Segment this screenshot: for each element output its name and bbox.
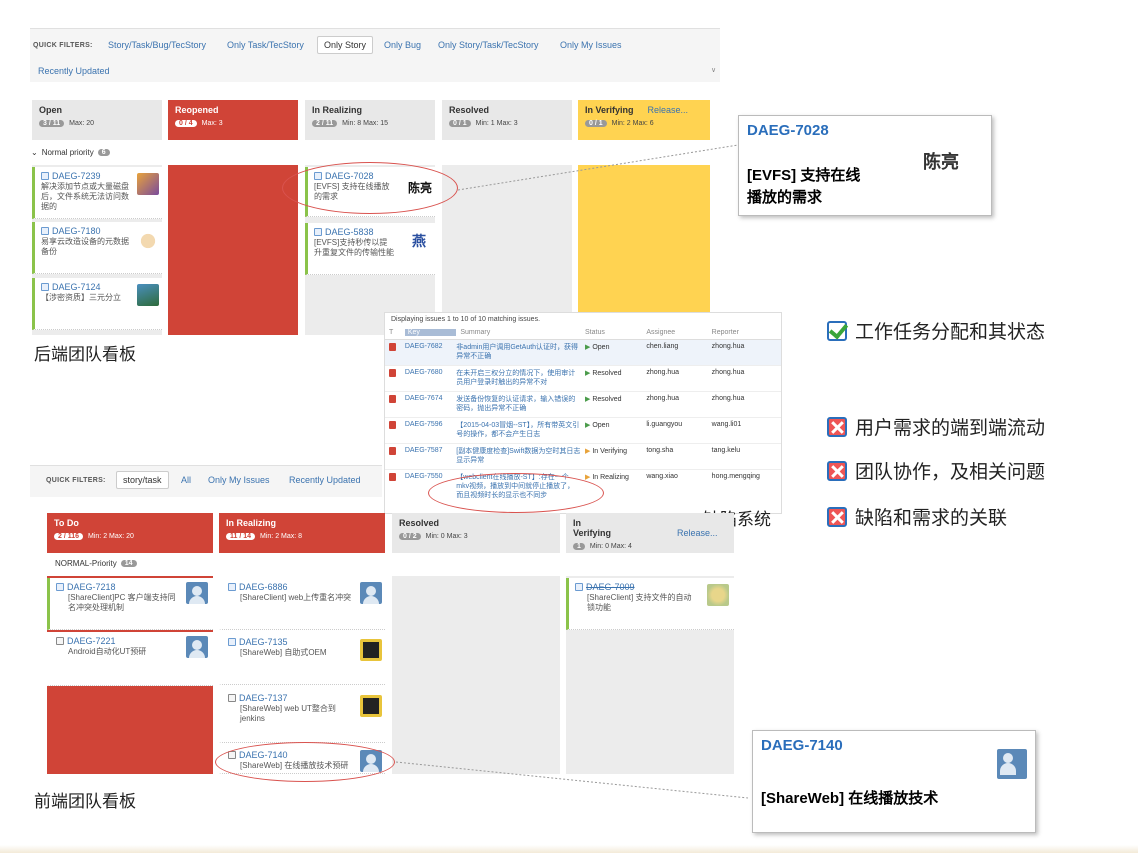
callout-daeg-7028: DAEG-7028 陈亮 [EVFS] 支持在线 播放的需求 — [738, 115, 992, 216]
bottom-divider — [0, 845, 1138, 853]
callout-summary: [ShareWeb] 在线播放技术 — [761, 790, 939, 807]
legend-item-1: 用户需求的端到端流动 — [827, 413, 1045, 440]
checkbox-crossed-icon — [827, 416, 847, 437]
callout-signature: 陈亮 — [923, 152, 959, 173]
legend-item-2: 团队协作，及相关问题 — [827, 457, 1045, 484]
legend-text: 工作任务分配和其状态 — [855, 322, 1046, 343]
legend-text: 缺陷和需求的关联 — [855, 508, 1008, 529]
avatar — [997, 749, 1027, 779]
checkbox-checked-icon — [827, 320, 847, 341]
callout-daeg-7140: DAEG-7140 [ShareWeb] 在线播放技术 — [752, 730, 1036, 833]
checkbox-crossed-icon — [827, 506, 847, 527]
legend-item-0: 工作任务分配和其状态 — [827, 317, 1045, 344]
callout-key: DAEG-7028 — [747, 122, 829, 139]
legend-item-3: 缺陷和需求的关联 — [827, 503, 1007, 530]
callout-summary-2: 播放的需求 — [747, 189, 823, 206]
legend-text: 团队协作，及相关问题 — [855, 462, 1046, 483]
checkbox-crossed-icon — [827, 460, 847, 481]
callout-key: DAEG-7140 — [761, 737, 843, 754]
legend-text: 用户需求的端到端流动 — [855, 418, 1046, 439]
